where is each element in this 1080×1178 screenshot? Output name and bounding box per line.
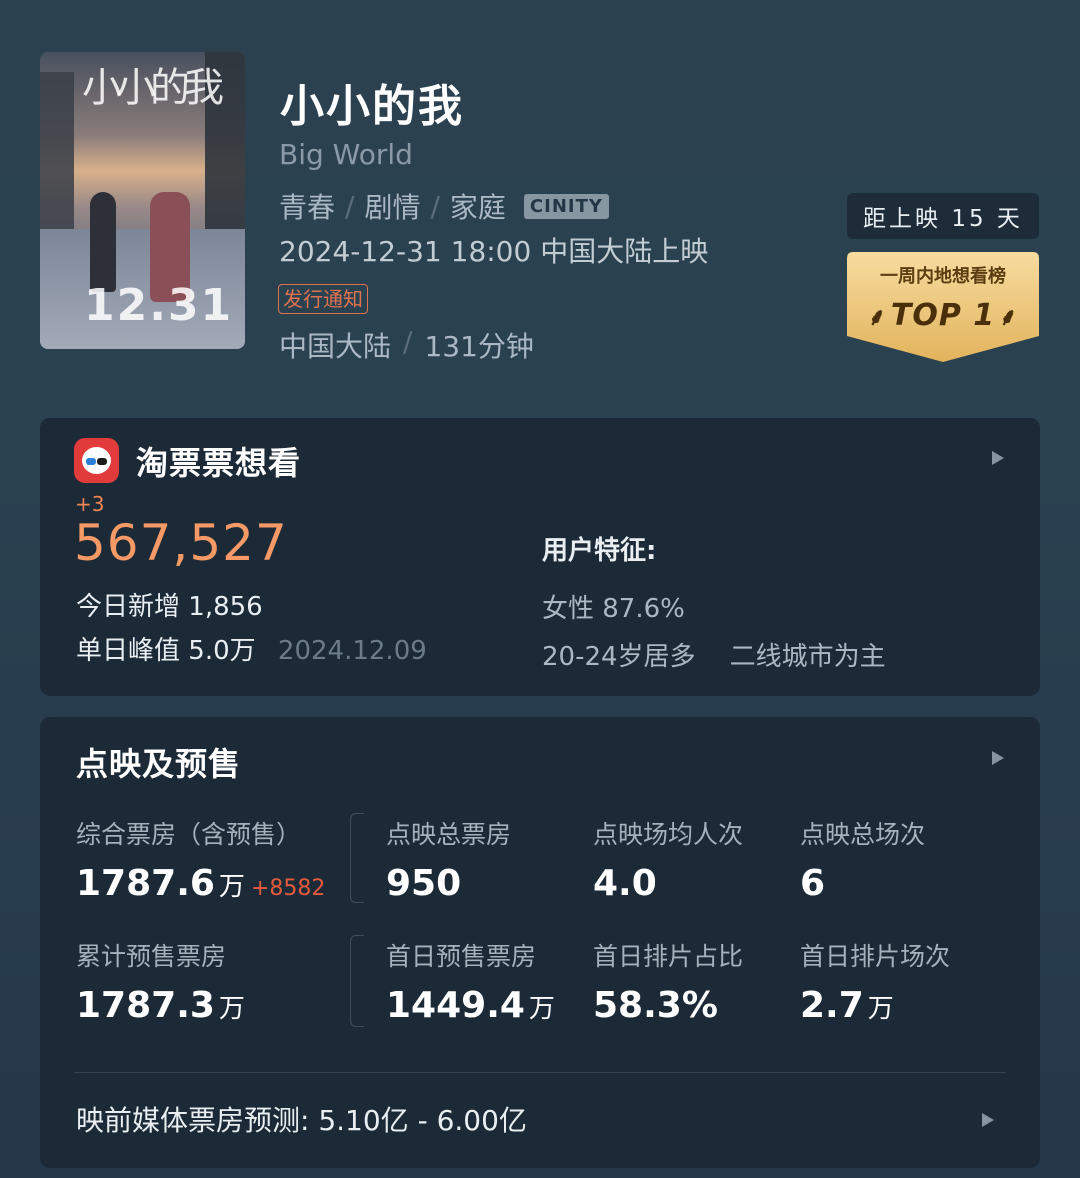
separator: / [430, 189, 440, 223]
region-duration: 中国大陆 / 131分钟 [279, 325, 534, 365]
wishlist-card[interactable]: 淘票票想看 +3 567,527 今日新增 1,856 单日峰值 5.0万 20… [40, 418, 1040, 696]
daily-peak: 单日峰值 5.0万 2024.12.09 [76, 630, 427, 667]
laurel-right-icon: ⸙ [999, 303, 1019, 331]
peak-value: 5.0万 [188, 636, 256, 666]
taopiaopiao-app-icon [74, 438, 119, 483]
wishlist-total: 567,527 [74, 514, 288, 572]
genre-tag: 剧情 [364, 191, 421, 224]
today-new: 今日新增 1,856 [76, 586, 263, 623]
wishlist-title: 淘票票想看 [136, 444, 302, 482]
format-badge: CINITY [523, 193, 609, 219]
wishlist-delta: +3 [75, 492, 105, 516]
presale-title: 点映及预售 [76, 745, 242, 783]
genre-list: 青春 / 剧情 / 家庭 CINITY [279, 186, 609, 226]
today-label: 今日新增 [76, 592, 181, 622]
movie-poster[interactable]: 小小的我 12.31 [40, 52, 245, 349]
stat-first-day-screenings: 首日排片场次 2.7 万 [800, 942, 951, 1026]
rank-badge[interactable]: 一周内地想看榜 ⸙ TOP 1 ⸙ [847, 252, 1039, 362]
release-info: 2024-12-31 18:00 中国大陆上映 [279, 235, 709, 268]
divider [74, 1072, 1006, 1073]
feature-city: 二线城市为主 [729, 642, 886, 672]
duration: 131分钟 [424, 330, 534, 363]
separator: / [403, 325, 413, 358]
laurel-left-icon: ⸙ [867, 303, 887, 331]
genre-tag: 家庭 [449, 191, 506, 224]
peak-label: 单日峰值 [76, 636, 181, 666]
rank-badge-label: 一周内地想看榜 [880, 266, 1006, 287]
stat-cumulative-presale: 累计预售票房 1787.3 万 [76, 942, 245, 1026]
feature-age: 20-24岁居多 [542, 642, 696, 672]
peak-date: 2024.12.09 [277, 636, 427, 666]
stat-first-day-presale: 首日预售票房 1449.4 万 [386, 942, 555, 1026]
poster-date: 12.31 [84, 280, 234, 331]
media-forecast[interactable]: 映前媒体票房预测: 5.10亿 - 6.00亿 [76, 1099, 527, 1139]
poster-figure-1 [90, 192, 116, 292]
presale-card[interactable]: 点映及预售 综合票房（含预售） 1787.6 万 +8582 点映总票房 950 点… [40, 717, 1040, 1168]
genre-tag: 青春 [279, 191, 336, 224]
movie-subtitle: Big World [279, 138, 413, 171]
region: 中国大陆 [279, 330, 392, 363]
user-features-label: 用户特征: [542, 536, 657, 566]
stat-first-day-share: 首日排片占比 58.3% [593, 942, 744, 1026]
column-divider [350, 813, 364, 903]
rank-text: TOP 1 [890, 298, 996, 333]
movie-title: 小小的我 [280, 81, 464, 132]
play-arrow-icon[interactable] [992, 751, 1004, 765]
poster-title-art: 小小的我 [82, 65, 224, 111]
stat-preview-avg-attendance: 点映场均人次 4.0 [593, 820, 744, 904]
feature-age-city: 20-24岁居多 二线城市为主 [542, 636, 886, 673]
play-arrow-icon[interactable] [982, 1113, 994, 1127]
separator: / [345, 189, 355, 223]
countdown-badge: 距上映 15 天 [847, 193, 1039, 239]
notice-badge[interactable]: 发行通知 [278, 284, 368, 314]
column-divider [350, 935, 364, 1027]
today-value: 1,856 [188, 592, 263, 622]
feature-female: 女性 87.6% [542, 594, 685, 624]
stat-increase: +8582 [250, 876, 326, 901]
rank-badge-rank: ⸙ TOP 1 ⸙ [847, 298, 1039, 333]
stat-preview-boxoffice: 点映总票房 950 [386, 820, 512, 904]
stat-total-boxoffice: 综合票房（含预售） 1787.6 万 +8582 [76, 820, 326, 904]
play-arrow-icon[interactable] [992, 451, 1004, 465]
stat-preview-screenings: 点映总场次 6 [800, 820, 926, 904]
